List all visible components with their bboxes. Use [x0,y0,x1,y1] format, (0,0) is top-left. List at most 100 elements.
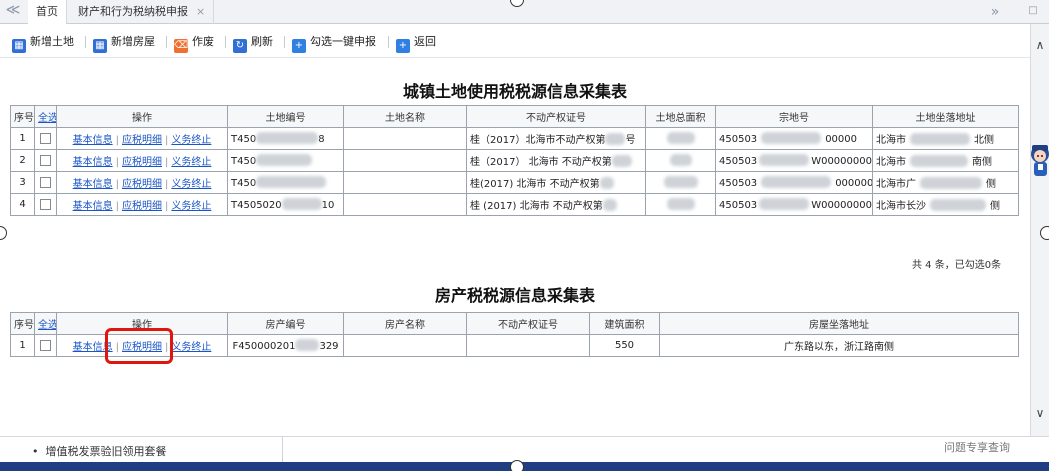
total-area [645,193,716,216]
assistant-avatar-icon[interactable] [1026,140,1049,182]
basic-info-link[interactable]: 基本信息 [73,135,113,146]
scroll-down-icon[interactable]: ∨ [1031,404,1049,422]
address: 北海市长沙侧 [872,193,1019,216]
bottom-list-item[interactable]: • 增值税发票验旧领用套餐 [32,443,166,459]
checkbox[interactable] [40,176,51,188]
basic-info-link[interactable]: 基本信息 [73,179,113,190]
tax-detail-link[interactable]: 应税明细 [122,157,162,168]
basic-info-link[interactable]: 基本信息 [73,201,113,212]
house-name [343,334,467,357]
terminate-link[interactable]: 义务终止 [171,201,211,212]
col-land-name: 土地名称 [343,105,467,128]
calendar-icon: ▦ [12,39,26,53]
tax-detail-link[interactable]: 应税明细 [122,135,162,146]
toolbar-divider [85,36,86,48]
toolbar-divider [225,36,226,48]
window-restore-icon[interactable]: □ [1022,1,1044,23]
building-area: 550 [589,334,660,357]
house-section-title: 房产税税源信息采集表 [434,286,595,305]
col-parcel-no: 宗地号 [715,105,873,128]
add-land-button[interactable]: ▦ 新增土地 [12,33,74,53]
void-button[interactable]: ⌫ 作废 [174,33,214,53]
select-all-link[interactable]: 全选 [34,312,57,335]
row-number: 1 [10,127,35,150]
parcel-no: 450503 W00000000 [715,193,873,216]
tab-close-icon[interactable]: × [196,5,205,18]
terminate-link[interactable]: 义务终止 [171,342,211,353]
row-number: 1 [10,334,35,357]
bottom-bar [0,462,1049,471]
tab-scroll-left-icon[interactable]: ≪ [2,0,24,22]
row-checkbox[interactable] [34,127,57,150]
table-row: 3 基本信息 | 应税明细 | 义务终止 T450 桂(2017) 北海市 不动产权第 … [10,171,1019,194]
col-seq: 序号 [10,312,35,335]
tab-scroll-right-icon[interactable]: » [984,2,1006,24]
toolbar-divider [166,36,167,48]
tax-detail-link[interactable]: 应税明细 [122,179,162,190]
row-actions: 基本信息 | 应税明细 | 义务终止 [56,193,228,216]
parcel-no: 450503 W00000000 [715,149,873,172]
bottom-right-link[interactable]: 问题专享查询 [944,439,1010,455]
col-address: 土地坐落地址 [872,105,1019,128]
row-checkbox[interactable] [34,334,57,357]
batch-declare-button[interactable]: + 勾选一键申报 [292,33,376,53]
land-name [343,149,467,172]
land-section-title: 城镇土地使用税税源信息采集表 [402,82,627,101]
col-house-code: 房产编号 [227,312,344,335]
checkbox[interactable] [40,154,51,166]
select-all-link[interactable]: 全选 [34,105,57,128]
col-cert-no: 不动产权证号 [466,105,646,128]
cert-no: 桂(2017) 北海市 不动产权第 [466,171,646,194]
resize-handle-bottom[interactable] [510,460,524,471]
total-area [645,149,716,172]
tab-property-behavior-tax[interactable]: 财产和行为税纳税申报 × [70,0,215,24]
divider [282,437,283,463]
row-checkbox[interactable] [34,149,57,172]
col-building-area: 建筑面积 [589,312,660,335]
col-house-name: 房产名称 [343,312,467,335]
house-code: F450000201 329 [227,334,344,357]
parcel-no: 4505030000000 [715,171,873,194]
checkbox[interactable] [40,339,51,351]
terminate-link[interactable]: 义务终止 [171,135,211,146]
basic-info-link[interactable]: 基本信息 [73,157,113,168]
land-summary: 共 4 条，已勾选0条 [912,260,1002,271]
refresh-button[interactable]: ↻ 刷新 [233,33,273,53]
row-number: 2 [10,149,35,172]
highlight-box [105,328,173,364]
add-house-button[interactable]: ▦ 新增房屋 [93,33,155,53]
col-seq: 序号 [10,105,35,128]
terminate-link[interactable]: 义务终止 [171,179,211,190]
plus-icon: + [396,39,410,53]
address: 北海市 南侧 [872,149,1019,172]
col-address: 房屋坐落地址 [659,312,1019,335]
total-area [645,127,716,150]
address: 北海市广侧 [872,171,1019,194]
land-name [343,127,467,150]
checkbox[interactable] [40,132,51,144]
toolbar-divider [388,36,389,48]
scroll-up-icon[interactable]: ∧ [1031,36,1049,54]
parcel-no: 450503 00000 [715,127,873,150]
tab-label: 财产和行为税纳税申报 [78,5,188,18]
row-checkbox[interactable] [34,171,57,194]
resize-handle-right[interactable] [1040,226,1049,240]
land-code: T450 [227,149,344,172]
col-total-area: 土地总面积 [645,105,716,128]
plus-icon: + [292,39,306,53]
checkbox[interactable] [40,198,51,210]
toolbar: ▦ 新增土地 ▦ 新增房屋 ⌫ 作废 ↻ 刷新 + 勾选一键申报 + 返回 [0,24,1030,58]
back-button[interactable]: + 返回 [396,33,436,53]
tab-home[interactable]: 首页 [28,0,67,24]
row-actions: 基本信息 | 应税明细 | 义务终止 [56,149,228,172]
cert-no [466,334,590,357]
cert-no: 桂（2017） 北海市 不动产权第 [466,149,646,172]
cert-no: 桂 (2017) 北海市 不动产权第 [466,193,646,216]
col-cert-no: 不动产权证号 [466,312,590,335]
tax-detail-link[interactable]: 应税明细 [122,201,162,212]
row-checkbox[interactable] [34,193,57,216]
terminate-link[interactable]: 义务终止 [171,157,211,168]
land-code: T450 [227,171,344,194]
land-table-header: 序号 全选 操作 土地编号 土地名称 不动产权证号 土地总面积 宗地号 土地坐落… [10,105,1019,128]
land-name [343,193,467,216]
